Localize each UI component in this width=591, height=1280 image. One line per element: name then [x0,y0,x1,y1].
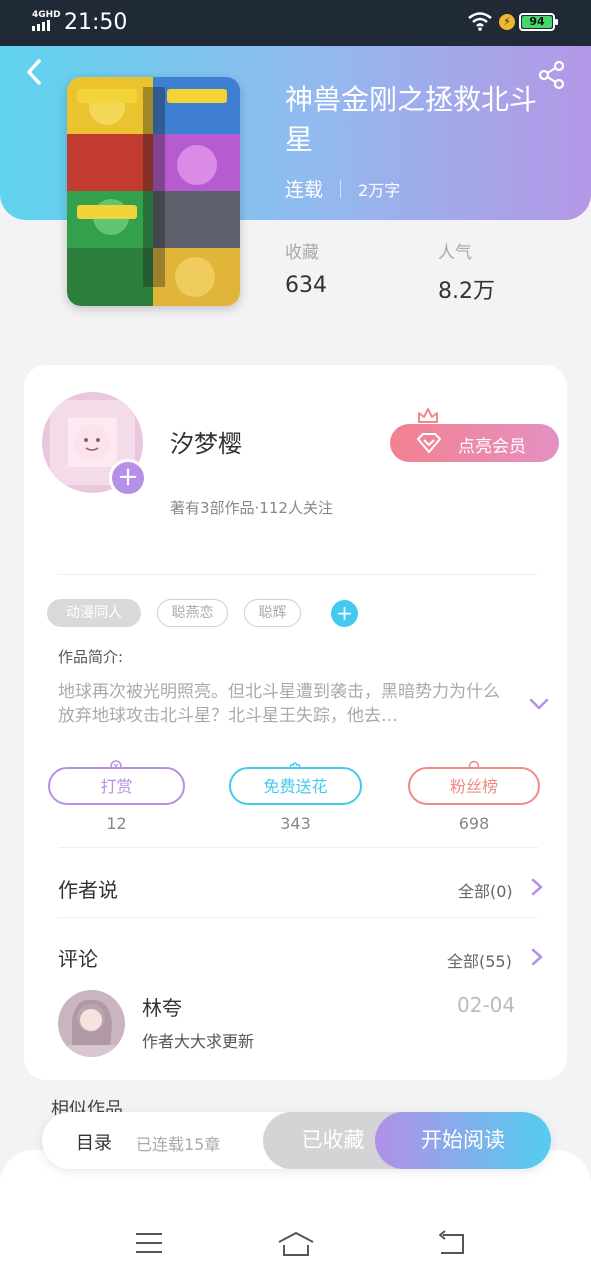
home-icon[interactable] [276,1230,316,1258]
flower-count: 343 [280,814,311,833]
author-name[interactable]: 汐梦樱 [170,424,242,459]
add-tag-button[interactable]: + [331,600,358,627]
section-divider [58,847,538,848]
chevron-down-icon[interactable] [528,696,550,712]
intro-text: 地球再次被光明照亮。但北斗星遭到袭击，黑暗势力为什么放弃地球攻击北斗星？北斗星王… [58,682,500,726]
stat-label: 人气 [438,243,472,263]
back-nav-icon[interactable] [435,1230,467,1258]
fan-count: 698 [458,814,490,833]
commenter-avatar[interactable] [58,990,125,1057]
tag-item[interactable]: 聪燕恋 [157,599,228,627]
author-says-title: 作者说 [58,878,118,902]
book-title: 神兽金刚之拯救北斗星 [285,83,538,156]
fan-ranking-button[interactable]: 粉丝榜 [408,767,540,805]
chevron-right-icon[interactable] [530,877,544,897]
book-meta: 连载 2万字 [285,175,400,202]
toc-button[interactable]: 目录 [76,1129,112,1155]
stat-value: 8.2万 [438,279,495,304]
chevron-right-icon[interactable] [530,947,544,967]
clock: 21:50 [64,10,128,35]
comment-text: 作者大大求更新 [142,1032,255,1051]
tag-category[interactable]: 动漫同人 [47,599,141,627]
back-arrow-icon[interactable] [22,58,46,86]
section-divider [58,917,538,918]
meta-divider [340,179,342,198]
status-bar: 4GHD 21:50 ⚡ 94 [0,0,591,46]
wifi-icon [468,12,492,31]
diamond-icon [417,433,441,453]
vip-button-label: 点亮会员 [458,437,526,457]
section-divider [58,574,538,575]
chapter-count: 已连载15章 [136,1135,221,1154]
author-says-all-link[interactable]: 全部(0) [458,878,513,902]
send-flower-button[interactable]: 免费送花 [229,767,362,805]
reward-count: 12 [106,814,127,833]
crown-icon [418,408,438,423]
reading-action-bar: 目录 已连载15章 已收藏 开始阅读 [42,1112,551,1169]
start-reading-button[interactable]: 开始阅读 [375,1112,551,1169]
stat-value: 634 [285,273,327,298]
cover-artwork [67,77,240,306]
tag-item[interactable]: 聪辉 [244,599,301,627]
menu-icon[interactable] [134,1230,164,1256]
battery-icon: 94 [519,13,558,31]
intro-label: 作品简介: [58,648,124,666]
stat-popularity: 人气 8.2万 [438,238,495,305]
follow-author-button[interactable]: + [109,459,147,497]
word-count: 2万字 [358,180,401,200]
stat-label: 收藏 [285,243,319,263]
comment-date: 02-04 [457,993,516,1017]
charging-icon: ⚡ [499,14,515,30]
stat-favorites: 收藏 634 [285,238,327,298]
reward-button[interactable]: 打赏 [48,767,185,805]
signal-icon [32,20,50,31]
commenter-name[interactable]: 林夸 [142,992,182,1021]
network-type: 4GHD [32,10,61,20]
author-info: 著有3部作品·112人关注 [170,499,333,517]
avatar-image [58,990,125,1057]
book-cover[interactable] [67,77,240,306]
serial-status: 连载 [285,179,324,201]
bottom-panel [0,1150,591,1280]
comments-title: 评论 [58,947,98,971]
comments-all-link[interactable]: 全部(55) [447,948,512,972]
battery-level: 94 [522,16,552,28]
vip-membership-button[interactable]: 点亮会员 [390,424,559,462]
